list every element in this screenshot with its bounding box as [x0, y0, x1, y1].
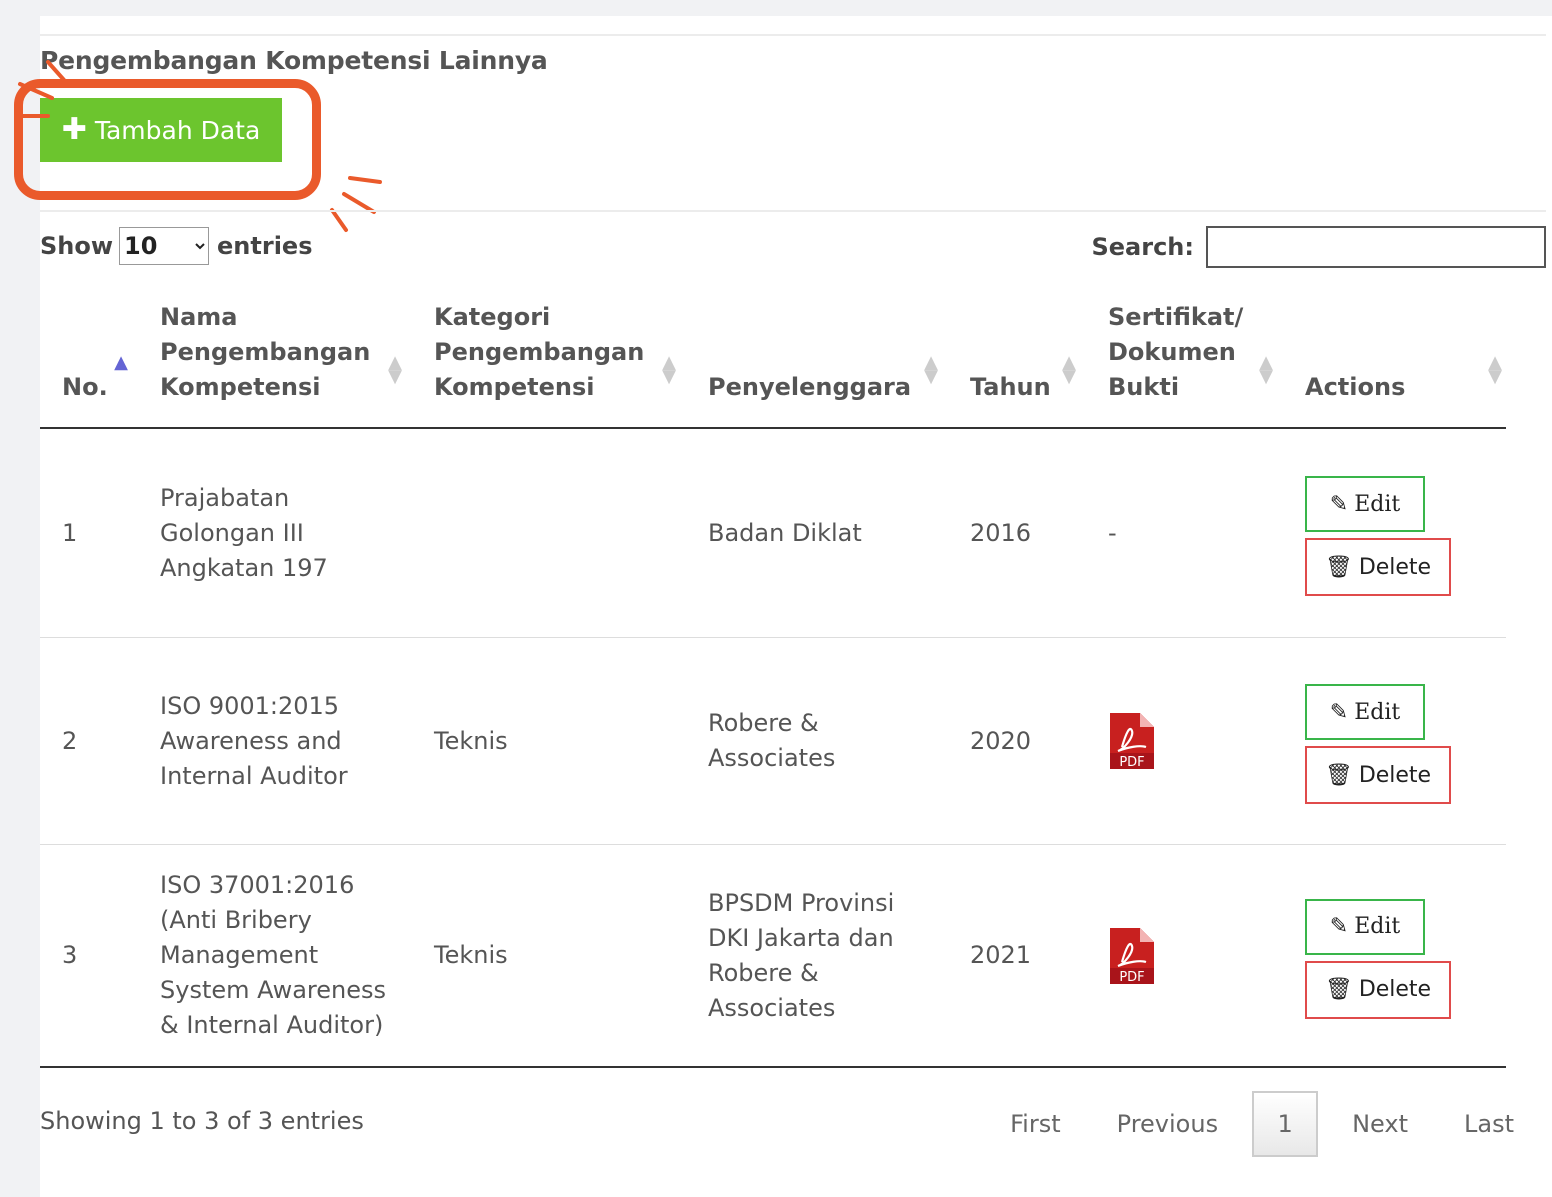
pagination-last[interactable]: Last [1436, 1091, 1542, 1157]
column-header-sertifikat[interactable]: Sertifikat/ Dokumen Bukti ▲ ▼ [1086, 300, 1283, 429]
cell-actions: ✎ Edit 🗑 Delete [1283, 637, 1506, 845]
cell-tahun: 2020 [948, 637, 1086, 845]
cell-nama: ISO 37001:2016 (Anti Bribery Management … [138, 844, 412, 1068]
cell-actions: ✎ Edit 🗑 Delete [1283, 428, 1506, 638]
top-divider [40, 34, 1546, 36]
cell-penyelenggara: Badan Diklat [686, 428, 948, 638]
svg-text:PDF: PDF [1119, 970, 1144, 985]
cell-tahun: 2016 [948, 428, 1086, 638]
sort-both-icon: ▲ ▼ [924, 352, 938, 387]
sort-both-icon: ▲ ▼ [1488, 352, 1502, 387]
trash-icon: 🗑 [1324, 762, 1353, 788]
plus-icon: ✚ [61, 112, 87, 147]
edit-button[interactable]: ✎ Edit [1305, 684, 1425, 740]
pagination-page-1[interactable]: 1 [1252, 1091, 1319, 1157]
table-row: 1 Prajabatan Golongan III Angkatan 197 B… [40, 428, 1506, 638]
cell-kategori [412, 428, 686, 638]
cell-no: 3 [40, 844, 138, 1068]
cell-sertifikat: - [1086, 428, 1283, 638]
cell-kategori: Teknis [412, 637, 686, 845]
sort-ascending-icon: ▲▼ [114, 352, 128, 373]
search-input[interactable] [1206, 226, 1546, 268]
cell-tahun: 2021 [948, 844, 1086, 1068]
tambah-data-button[interactable]: ✚ Tambah Data [40, 98, 282, 162]
trash-icon: 🗑 [1324, 554, 1353, 580]
page-length-select[interactable]: 10 [119, 227, 210, 265]
cell-penyelenggara: Robere & Associates [686, 637, 948, 845]
column-header-tahun[interactable]: Tahun ▲ ▼ [948, 300, 1086, 429]
tambah-data-label: Tambah Data [94, 115, 261, 145]
sort-both-icon: ▲ ▼ [662, 352, 676, 387]
pagination-first[interactable]: First [982, 1091, 1089, 1157]
pdf-file-icon[interactable]: PDF [1108, 711, 1156, 771]
entries-label: entries [217, 232, 313, 260]
edit-button[interactable]: ✎ Edit [1305, 476, 1425, 532]
cell-actions: ✎ Edit 🗑 Delete [1283, 844, 1506, 1068]
data-table: No. ▲▼ Nama Pengembangan Kompetensi ▲▼ K… [40, 300, 1506, 1068]
page-length-control: Show 10 entries [40, 227, 313, 265]
delete-button[interactable]: 🗑 Delete [1305, 746, 1451, 804]
search-label: Search: [1091, 233, 1194, 261]
pagination: First Previous 1 Next Last [982, 1091, 1542, 1157]
delete-button[interactable]: 🗑 Delete [1305, 960, 1451, 1019]
table-row: 3 ISO 37001:2016 (Anti Bribery Managemen… [40, 844, 1506, 1068]
column-header-penyelenggara[interactable]: Penyelenggara ▲ ▼ [686, 300, 948, 429]
cell-kategori: Teknis [412, 844, 686, 1068]
edit-icon: ✎ [1329, 491, 1349, 517]
table-header-row: No. ▲▼ Nama Pengembangan Kompetensi ▲▼ K… [40, 300, 1506, 429]
pagination-next[interactable]: Next [1324, 1091, 1436, 1157]
controls-divider [40, 210, 1546, 212]
search-control: Search: [1091, 226, 1546, 268]
section-title: Pengembangan Kompetensi Lainnya [40, 46, 548, 75]
cell-sertifikat: PDF [1086, 844, 1283, 1068]
pagination-previous[interactable]: Previous [1089, 1091, 1246, 1157]
cell-no: 1 [40, 428, 138, 638]
column-header-kategori[interactable]: Kategori Pengembangan Kompetensi ▲ ▼ [412, 300, 686, 429]
sort-both-icon: ▲ ▼ [388, 352, 402, 387]
column-header-actions[interactable]: Actions ▲ ▼ [1283, 300, 1506, 429]
column-header-no[interactable]: No. ▲▼ [40, 300, 138, 429]
show-label: Show [40, 232, 114, 260]
cell-no: 2 [40, 637, 138, 845]
cell-sertifikat: PDF [1086, 637, 1283, 845]
delete-button[interactable]: 🗑 Delete [1305, 538, 1451, 596]
sort-both-icon: ▲ ▼ [1062, 352, 1076, 387]
edit-icon: ✎ [1329, 914, 1349, 939]
pdf-file-icon[interactable]: PDF [1108, 926, 1156, 986]
edit-button[interactable]: ✎ Edit [1305, 898, 1425, 955]
table-info: Showing 1 to 3 of 3 entries [40, 1107, 364, 1135]
cell-nama: Prajabatan Golongan III Angkatan 197 [138, 428, 412, 638]
svg-text:PDF: PDF [1119, 755, 1144, 770]
edit-icon: ✎ [1329, 699, 1349, 725]
sort-both-icon: ▲ ▼ [1259, 352, 1273, 387]
table-row: 2 ISO 9001:2015 Awareness and Internal A… [40, 637, 1506, 845]
column-header-nama[interactable]: Nama Pengembangan Kompetensi ▲ ▼ [138, 300, 412, 429]
trash-icon: 🗑 [1324, 977, 1353, 1002]
cell-penyelenggara: BPSDM Provinsi DKI Jakarta dan Robere & … [686, 844, 948, 1068]
cell-nama: ISO 9001:2015 Awareness and Internal Aud… [138, 637, 412, 845]
